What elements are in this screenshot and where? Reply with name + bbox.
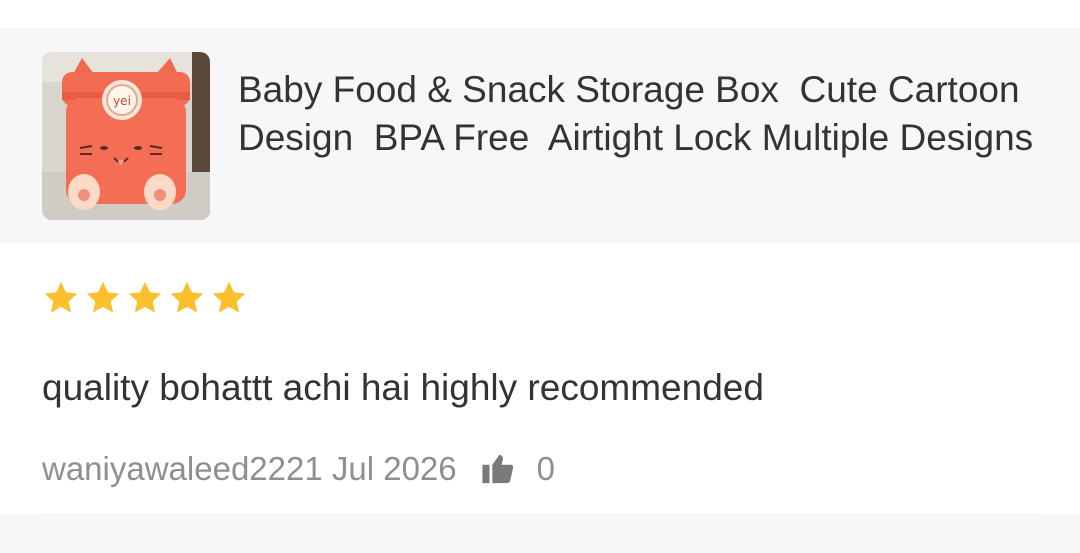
divider [42,514,1038,515]
review-author-date: waniyawaleed2221 Jul 2026 [42,450,457,487]
star-icon [84,279,122,317]
thumbs-up-icon[interactable] [481,452,515,486]
bottom-spacer [0,515,1080,553]
product-card[interactable]: yei Baby Food & Snack Storage Box Cute C… [0,28,1080,243]
like-count: 0 [536,450,556,487]
star-icon [168,279,206,317]
review-text: quality bohattt achi hai highly recommen… [42,367,764,408]
product-title[interactable]: Baby Food & Snack Storage Box Cute Carto… [238,66,1038,162]
top-spacer [0,0,1080,28]
svg-text:yei: yei [113,94,131,108]
review-card: quality bohattt achi hai highly recommen… [0,243,1080,515]
star-icon [126,279,164,317]
star-icon [210,279,248,317]
product-image[interactable]: yei [42,52,210,220]
star-icon [42,279,80,317]
review-meta: waniyawaleed2221 Jul 2026 0 [42,450,555,488]
star-rating [42,279,248,317]
